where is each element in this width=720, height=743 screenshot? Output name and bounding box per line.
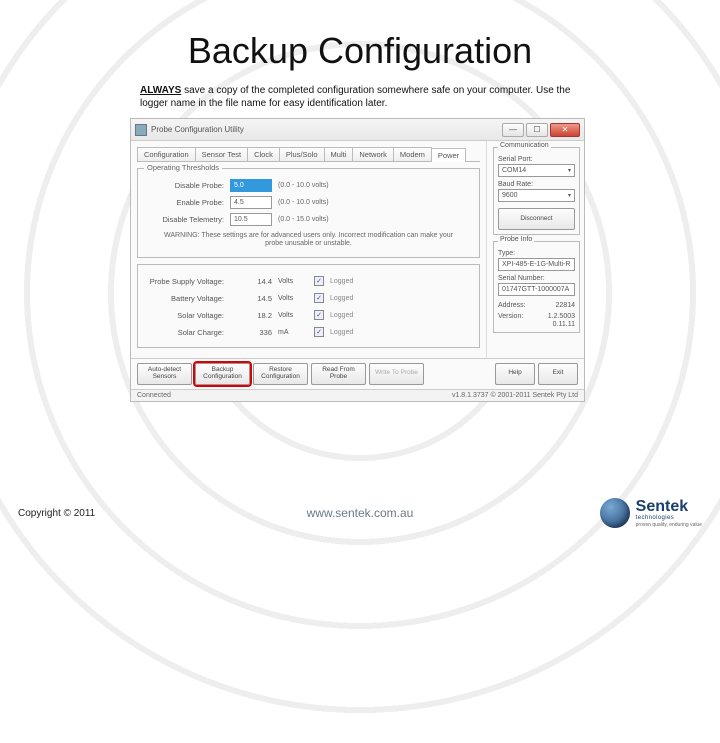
- probe-info-group: Probe Info Type: XPI-485-E-1G-Multi-R Se…: [493, 241, 580, 333]
- app-window: Probe Configuration Utility — ☐ ✕ Config…: [130, 118, 585, 402]
- tab-plus-solo[interactable]: Plus/Solo: [279, 147, 325, 161]
- baud-rate-label: Baud Rate:: [498, 181, 575, 188]
- logged-label: Logged: [330, 278, 353, 285]
- logged-label: Logged: [330, 312, 353, 319]
- logo-subtext: technologies: [636, 515, 702, 521]
- tab-power[interactable]: Power: [431, 148, 466, 162]
- logged-checkbox[interactable]: ✓: [314, 327, 324, 337]
- exit-button[interactable]: Exit: [538, 363, 578, 385]
- tab-configuration[interactable]: Configuration: [137, 147, 196, 161]
- tab-sensor-test[interactable]: Sensor Test: [195, 147, 248, 161]
- reading-row: Solar Voltage: 18.2 Volts ✓ Logged: [146, 307, 471, 324]
- warning-text: WARNING: These settings are for advanced…: [156, 232, 461, 249]
- logged-label: Logged: [330, 295, 353, 302]
- operating-thresholds-group: Operating Thresholds Disable Probe: 5.0 …: [137, 168, 480, 258]
- logged-checkbox[interactable]: ✓: [314, 310, 324, 320]
- auto-detect-sensors-button[interactable]: Auto-detectSensors: [137, 363, 192, 385]
- reading-row: Solar Charge: 336 mA ✓ Logged: [146, 324, 471, 341]
- disable-telemetry-hint: (0.0 - 15.0 volts): [278, 216, 329, 223]
- reading-value: 14.5: [230, 294, 272, 303]
- close-button[interactable]: ✕: [550, 123, 580, 137]
- reading-row: Battery Voltage: 14.5 Volts ✓ Logged: [146, 290, 471, 307]
- version-label: Version:: [498, 313, 523, 320]
- version-value-2: 0.11.11: [553, 321, 575, 328]
- backup-configuration-button[interactable]: BackupConfiguration: [195, 363, 250, 385]
- write-to-probe-button[interactable]: Write To Probe: [369, 363, 424, 385]
- version-value-1: 1.2.5003: [548, 313, 575, 320]
- reading-unit: mA: [278, 329, 308, 336]
- reading-unit: Volts: [278, 312, 308, 319]
- reading-value: 18.2: [230, 311, 272, 320]
- serial-number-field: 01747GTT-1000007A: [498, 283, 575, 296]
- tab-modem[interactable]: Modem: [393, 147, 432, 161]
- reading-value: 14.4: [230, 277, 272, 286]
- group-legend: Operating Thresholds: [144, 163, 222, 172]
- minimize-button[interactable]: —: [502, 123, 524, 137]
- disable-probe-label: Disable Probe:: [146, 181, 224, 190]
- comm-legend: Communication: [498, 142, 551, 149]
- slide-title: Backup Configuration: [0, 0, 720, 80]
- reading-unit: Volts: [278, 278, 308, 285]
- slide-footer: Copyright © 2011 www.sentek.com.au Sente…: [0, 492, 720, 540]
- window-title: Probe Configuration Utility: [151, 125, 244, 134]
- dropdown-icon: ▾: [568, 192, 571, 199]
- titlebar: Probe Configuration Utility — ☐ ✕: [131, 119, 584, 141]
- enable-probe-hint: (0.0 - 10.0 volts): [278, 199, 329, 206]
- status-left: Connected: [137, 392, 171, 399]
- communication-group: Communication Serial Port: COM14▾ Baud R…: [493, 147, 580, 235]
- tab-bar: ConfigurationSensor TestClockPlus/SoloMu…: [137, 147, 480, 162]
- sentek-logo: Sentek technologies proven quality, endu…: [600, 498, 702, 528]
- app-icon: [135, 124, 147, 136]
- type-label: Type:: [498, 250, 575, 257]
- disconnect-button[interactable]: Disconnect: [498, 208, 575, 230]
- instruction-text: ALWAYS save a copy of the completed conf…: [140, 84, 580, 110]
- footer-url: www.sentek.com.au: [307, 506, 414, 520]
- restore-configuration-button[interactable]: RestoreConfiguration: [253, 363, 308, 385]
- dropdown-icon: ▾: [568, 167, 571, 174]
- reading-label: Solar Charge:: [146, 328, 224, 337]
- logged-checkbox[interactable]: ✓: [314, 276, 324, 286]
- serial-port-label: Serial Port:: [498, 156, 575, 163]
- logo-tagline: proven quality, enduring value: [636, 523, 702, 528]
- status-bar: Connected v1.8.1.3737 © 2001-2011 Sentek…: [131, 389, 584, 401]
- reading-unit: Volts: [278, 295, 308, 302]
- address-value: 22814: [556, 302, 575, 309]
- read-from-probe-button[interactable]: Read FromProbe: [311, 363, 366, 385]
- maximize-button[interactable]: ☐: [526, 123, 548, 137]
- disable-probe-hint: (0.0 - 10.0 volts): [278, 182, 329, 189]
- reading-row: Probe Supply Voltage: 14.4 Volts ✓ Logged: [146, 273, 471, 290]
- status-right: v1.8.1.3737 © 2001-2011 Sentek Pty Ltd: [452, 392, 578, 399]
- serial-number-label: Serial Number:: [498, 275, 575, 282]
- copyright-text: Copyright © 2011: [18, 508, 95, 519]
- probe-info-legend: Probe Info: [498, 236, 534, 243]
- enable-probe-field[interactable]: 4.5: [230, 196, 272, 209]
- bottom-toolbar: Auto-detectSensors BackupConfiguration R…: [131, 358, 584, 389]
- reading-value: 336: [230, 328, 272, 337]
- logo-brand: Sentek: [636, 499, 702, 515]
- reading-label: Solar Voltage:: [146, 311, 224, 320]
- address-label: Address:: [498, 302, 526, 309]
- disable-telemetry-field[interactable]: 10.5: [230, 213, 272, 226]
- type-field: XPI-485-E-1G-Multi-R: [498, 258, 575, 271]
- disable-telemetry-label: Disable Telemetry:: [146, 215, 224, 224]
- reading-label: Battery Voltage:: [146, 294, 224, 303]
- help-button[interactable]: Help: [495, 363, 535, 385]
- tab-network[interactable]: Network: [352, 147, 394, 161]
- serial-port-dropdown[interactable]: COM14▾: [498, 164, 575, 177]
- logo-globe-icon: [600, 498, 630, 528]
- logged-checkbox[interactable]: ✓: [314, 293, 324, 303]
- tab-clock[interactable]: Clock: [247, 147, 280, 161]
- readings-group: Probe Supply Voltage:14.4Volts✓LoggedBat…: [137, 264, 480, 348]
- reading-label: Probe Supply Voltage:: [146, 277, 224, 286]
- enable-probe-label: Enable Probe:: [146, 198, 224, 207]
- logged-label: Logged: [330, 329, 353, 336]
- disable-probe-field[interactable]: 5.0: [230, 179, 272, 192]
- baud-rate-dropdown[interactable]: 9600▾: [498, 189, 575, 202]
- tab-multi[interactable]: Multi: [324, 147, 354, 161]
